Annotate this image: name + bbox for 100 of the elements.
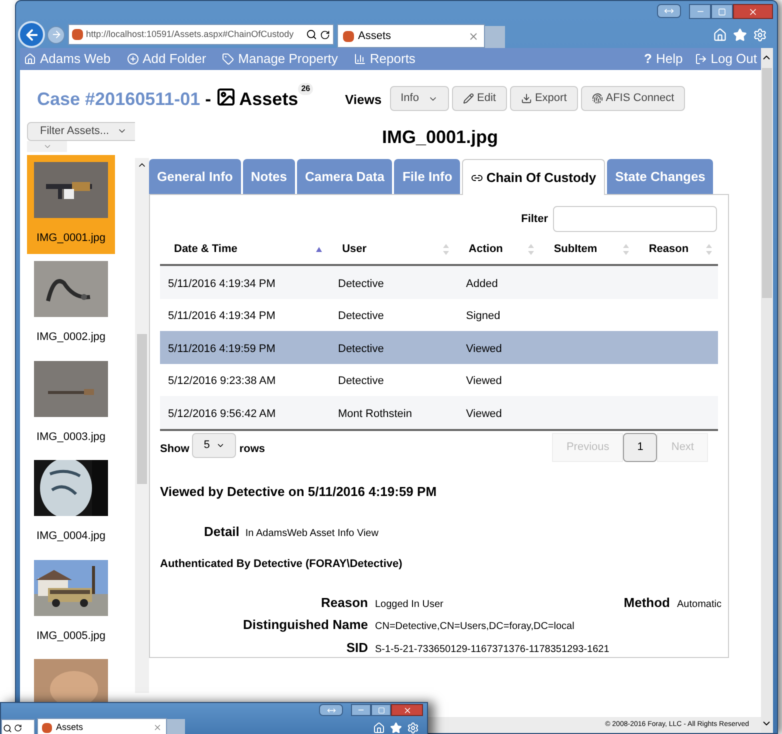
column-header[interactable]: Date & Time	[174, 240, 238, 258]
close-icon	[402, 706, 412, 714]
search-icon[interactable]	[3, 724, 12, 732]
search-icon[interactable]	[306, 29, 317, 40]
field-value: Automatic	[677, 598, 722, 612]
view-button[interactable]: Edit	[452, 86, 507, 111]
scroll-thumb[interactable]	[762, 68, 772, 298]
scroll-thumb[interactable]	[137, 334, 147, 484]
back-button[interactable]	[18, 21, 45, 48]
image-icon	[216, 87, 236, 107]
fingerprint-icon	[592, 93, 603, 104]
browser-tab[interactable]: Assets	[37, 718, 167, 734]
home-icon[interactable]	[373, 722, 385, 734]
thumbnail-label: IMG_0001.jpg	[36, 230, 106, 246]
thumbnail-label: IMG_0003.jpg	[36, 430, 106, 444]
count-badge: 26	[298, 83, 314, 95]
filter-field[interactable]	[553, 206, 717, 232]
close-icon[interactable]	[153, 723, 162, 732]
column-header[interactable]: SubItem	[554, 240, 598, 258]
pager-button[interactable]: 1	[623, 433, 658, 462]
view-button[interactable]: Export	[510, 86, 578, 111]
thumbnail-label: IMG_0002.jpg	[36, 330, 106, 345]
column-header[interactable]: Reason	[648, 240, 689, 258]
column-header[interactable]: Action	[468, 240, 503, 258]
maximize-button[interactable]	[711, 4, 733, 19]
table-cell: Mont Rothstein	[338, 408, 412, 420]
help-icon: ?	[644, 49, 652, 69]
table-cell: Detective	[338, 310, 384, 322]
table-cell: 5/12/2016 9:56:42 AM	[168, 408, 276, 420]
settings-icon[interactable]	[753, 28, 767, 42]
view-button[interactable]: AFIS Connect	[580, 86, 686, 111]
site-icon	[72, 29, 83, 40]
close-button[interactable]	[391, 704, 423, 716]
double-arrow-icon	[326, 706, 336, 714]
maximize-icon	[718, 8, 726, 16]
event-heading: Viewed by Detective on 5/11/2016 4:19:59 PM	[160, 483, 438, 502]
table-cell: Viewed	[466, 408, 502, 420]
resize-button[interactable]	[319, 704, 343, 716]
field-label: Method	[622, 594, 670, 612]
forward-arrow-icon	[50, 29, 62, 40]
table-cell: 5/12/2016 9:23:38 AM	[168, 375, 276, 388]
asset-title: IMG_0001.jpg	[380, 126, 500, 149]
thumbnail[interactable]: IMG_0001.jpg	[27, 154, 115, 254]
home-icon[interactable]	[713, 28, 727, 42]
browser-tab[interactable]: Assets	[337, 24, 485, 48]
minimize-button[interactable]	[689, 4, 711, 19]
minimize-button[interactable]	[351, 704, 371, 716]
forward-button[interactable]	[47, 26, 65, 44]
table-cell: Detective	[338, 375, 384, 388]
thumbnail-label: IMG_0005.jpg	[36, 628, 106, 644]
table-row[interactable]: 5/11/2016 4:19:59 PM Detective Viewed	[160, 331, 718, 364]
table-cell: 5/11/2016 4:19:59 PM	[168, 342, 276, 355]
field-label: Reason	[320, 594, 368, 612]
field-value: Logged In User	[375, 598, 444, 612]
separator-text: -	[205, 88, 212, 111]
logout-icon	[694, 53, 707, 65]
tab-title: Assets	[358, 28, 392, 44]
tab-title: Assets	[56, 720, 84, 734]
field-value: CN=Detective,CN=Users,DC=foray,DC=local	[375, 620, 576, 634]
refresh-icon[interactable]	[14, 724, 22, 732]
close-button[interactable]	[733, 4, 773, 19]
address-bar[interactable]: http://localhost:10591/Assets.aspx#ChainOfCustody	[68, 24, 334, 45]
tab[interactable]: Chain Of Custody	[462, 159, 606, 195]
table-row[interactable]: 5/11/2016 4:19:34 PM Detective Added	[160, 266, 718, 299]
favorites-icon[interactable]	[390, 722, 402, 734]
thumbnail-label: IMG_0004.jpg	[36, 529, 106, 544]
table-cell: Signed	[466, 310, 500, 322]
download-icon	[520, 93, 532, 104]
detail-value: In AdamsWeb Asset Info View	[245, 526, 378, 541]
rows-label: rows	[239, 442, 266, 458]
favorites-icon[interactable]	[733, 28, 747, 42]
address-bar[interactable]	[1, 719, 35, 734]
table-row[interactable]: 5/12/2016 9:56:42 AM Mont Rothstein Viewed	[160, 396, 718, 430]
filter-assets-button[interactable]: Filter Assets...	[27, 122, 135, 140]
sort-ascending-icon[interactable]	[316, 246, 322, 252]
page-size-select[interactable]: 5	[192, 433, 236, 458]
field-label: SID	[345, 638, 368, 657]
auth-heading: Authenticated By Detective (FORAY\Detective)	[160, 557, 404, 572]
tag-icon	[222, 53, 234, 65]
close-icon	[748, 6, 758, 16]
filter-label: Filter	[521, 212, 548, 227]
table-cell: Detective	[338, 342, 384, 355]
refresh-icon[interactable]	[320, 30, 330, 40]
view-button[interactable]: Info	[390, 86, 449, 111]
bar-chart-icon	[354, 53, 366, 65]
table-cell: Viewed	[466, 342, 502, 355]
resize-button[interactable]	[657, 4, 681, 18]
field-value: S-1-5-21-733650129-1167371376-1178351293-1621	[375, 642, 610, 657]
close-icon[interactable]	[468, 30, 479, 42]
site-icon	[343, 30, 354, 42]
table-cell: Viewed	[466, 375, 502, 388]
column-header[interactable]: User	[342, 240, 367, 258]
table-cell: Detective	[338, 278, 384, 290]
show-label: Show	[160, 442, 190, 458]
settings-icon[interactable]	[407, 722, 419, 734]
maximize-button[interactable]	[371, 704, 391, 716]
double-arrow-icon	[664, 6, 674, 16]
views-label: Views	[345, 91, 382, 109]
field-label: Distinguished Name	[242, 616, 368, 634]
table-cell: 5/11/2016 4:19:34 PM	[168, 278, 276, 290]
